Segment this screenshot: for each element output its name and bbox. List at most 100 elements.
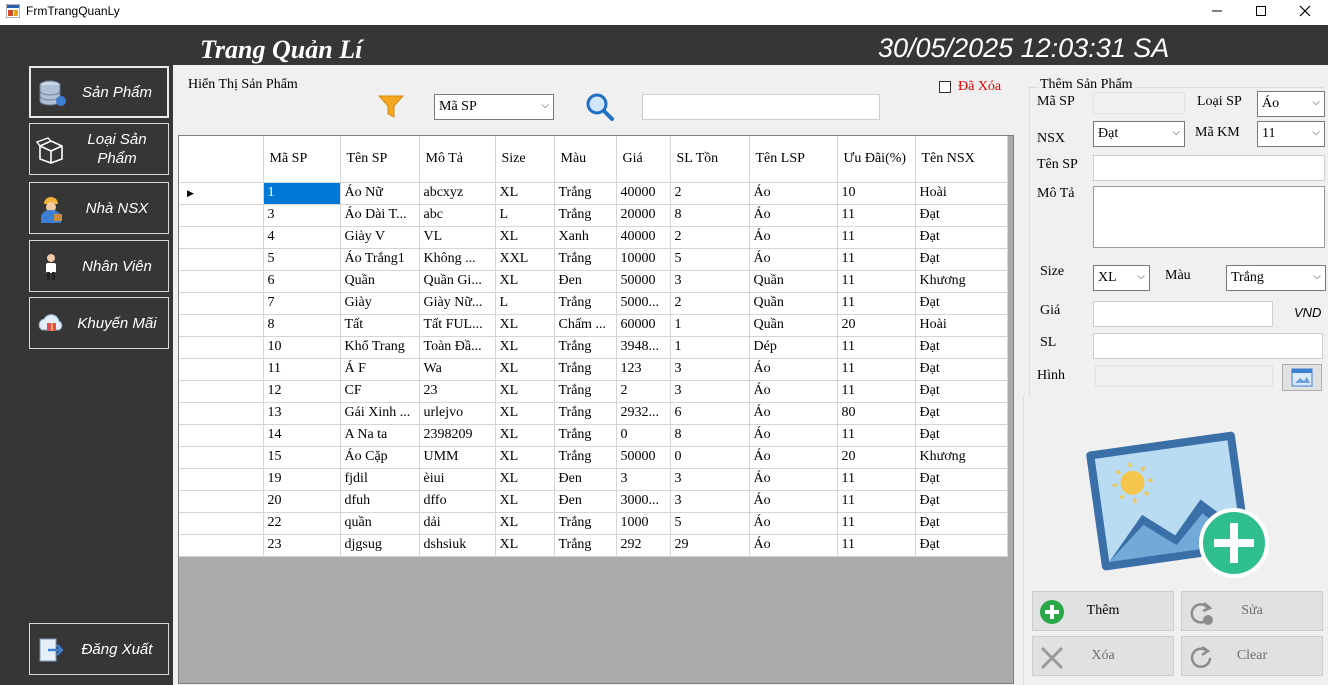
- column-header[interactable]: Ưu Đãi(%): [837, 136, 916, 183]
- sidebar-item-khuyen-mai[interactable]: Khuyến Mãi: [29, 297, 169, 349]
- table-row[interactable]: 20 dfuh dffo XL Đen 3000... 3 Áo 11 Đạt: [179, 490, 1008, 513]
- table-cell[interactable]: Áo Nữ: [340, 182, 420, 205]
- table-cell[interactable]: Hoài: [915, 314, 1008, 337]
- table-cell[interactable]: XL: [495, 468, 555, 491]
- table-cell[interactable]: Khổ Trang: [340, 336, 420, 359]
- table-cell[interactable]: 1: [263, 182, 341, 205]
- table-cell[interactable]: Áo: [749, 512, 838, 535]
- table-cell[interactable]: Trắng: [554, 358, 617, 381]
- table-cell[interactable]: 20000: [616, 204, 671, 227]
- table-cell[interactable]: Áo: [749, 402, 838, 425]
- table-cell[interactable]: 8: [263, 314, 341, 337]
- table-cell[interactable]: 29: [670, 534, 750, 557]
- table-cell[interactable]: 10: [263, 336, 341, 359]
- table-cell[interactable]: 11: [263, 358, 341, 381]
- table-cell[interactable]: 2398209: [419, 424, 496, 447]
- ten-sp-input[interactable]: [1093, 155, 1325, 181]
- row-header[interactable]: [179, 292, 264, 315]
- table-cell[interactable]: XL: [495, 424, 555, 447]
- table-cell[interactable]: 2: [670, 182, 750, 205]
- table-cell[interactable]: XL: [495, 490, 555, 513]
- sidebar-item-nhan-vien[interactable]: Nhân Viên: [29, 240, 169, 292]
- table-cell[interactable]: 1: [670, 314, 750, 337]
- search-icon[interactable]: [585, 92, 615, 122]
- loai-sp-select[interactable]: Áo ⌵: [1257, 91, 1325, 117]
- table-cell[interactable]: Trắng: [554, 402, 617, 425]
- row-header[interactable]: [179, 402, 264, 425]
- table-cell[interactable]: 3: [670, 380, 750, 403]
- row-header[interactable]: ▶: [179, 182, 264, 205]
- table-row[interactable]: 14 A Na ta 2398209 XL Trắng 0 8 Áo 11 Đạt: [179, 424, 1008, 447]
- deleted-checkbox[interactable]: [939, 81, 951, 93]
- table-cell[interactable]: abc: [419, 204, 496, 227]
- table-cell[interactable]: XL: [495, 336, 555, 359]
- row-header[interactable]: [179, 314, 264, 337]
- table-row[interactable]: 4 Giày V VL XL Xanh 40000 2 Áo 11 Đạt: [179, 226, 1008, 249]
- table-cell[interactable]: Hoài: [915, 182, 1008, 205]
- table-cell[interactable]: 2: [670, 292, 750, 315]
- table-cell[interactable]: 3000...: [616, 490, 671, 513]
- table-cell[interactable]: 10000: [616, 248, 671, 271]
- column-header[interactable]: Tên NSX: [915, 136, 1008, 183]
- mau-select[interactable]: Trắng ⌵: [1226, 265, 1326, 291]
- table-cell[interactable]: 11: [837, 534, 916, 557]
- sidebar-item-nha-nsx[interactable]: Nhà NSX: [29, 182, 169, 234]
- table-cell[interactable]: Đạt: [915, 292, 1008, 315]
- row-header[interactable]: [179, 490, 264, 513]
- table-cell[interactable]: Trắng: [554, 424, 617, 447]
- table-cell[interactable]: XL: [495, 402, 555, 425]
- sl-input[interactable]: [1093, 333, 1323, 359]
- table-row[interactable]: 3 Áo Dài T... abc L Trắng 20000 8 Áo 11 Đạt: [179, 204, 1008, 227]
- filter-field-select[interactable]: Mã SP ⌵: [434, 94, 554, 120]
- table-cell[interactable]: 19: [263, 468, 341, 491]
- table-cell[interactable]: Đạt: [915, 358, 1008, 381]
- table-cell[interactable]: Giày Nữ...: [419, 292, 496, 315]
- table-cell[interactable]: Trắng: [554, 512, 617, 535]
- column-header[interactable]: Giá: [616, 136, 671, 183]
- table-row[interactable]: 22 quần dải XL Trắng 1000 5 Áo 11 Đạt: [179, 512, 1008, 535]
- table-cell[interactable]: XL: [495, 534, 555, 557]
- table-cell[interactable]: 11: [837, 468, 916, 491]
- table-cell[interactable]: 6: [670, 402, 750, 425]
- table-cell[interactable]: Áo: [749, 534, 838, 557]
- table-cell[interactable]: Áo: [749, 424, 838, 447]
- table-cell[interactable]: 5000...: [616, 292, 671, 315]
- search-input[interactable]: [642, 94, 880, 120]
- table-cell[interactable]: VL: [419, 226, 496, 249]
- table-cell[interactable]: 40000: [616, 182, 671, 205]
- table-cell[interactable]: 7: [263, 292, 341, 315]
- table-cell[interactable]: XL: [495, 512, 555, 535]
- ma-km-select[interactable]: 11 ⌵: [1257, 121, 1325, 147]
- table-cell[interactable]: 50000: [616, 270, 671, 293]
- table-cell[interactable]: Áo: [749, 358, 838, 381]
- table-cell[interactable]: 50000: [616, 446, 671, 469]
- table-cell[interactable]: quần: [340, 512, 420, 535]
- table-cell[interactable]: 3: [670, 468, 750, 491]
- table-cell[interactable]: 3: [670, 270, 750, 293]
- table-row[interactable]: 6 Quần Quần Gi... XL Đen 50000 3 Quần 11 Khương: [179, 270, 1008, 293]
- table-cell[interactable]: dshsiuk: [419, 534, 496, 557]
- row-header[interactable]: [179, 446, 264, 469]
- table-cell[interactable]: Á F: [340, 358, 420, 381]
- table-cell[interactable]: 14: [263, 424, 341, 447]
- table-cell[interactable]: Trắng: [554, 204, 617, 227]
- table-row[interactable]: 23 djgsug dshsiuk XL Trắng 292 29 Áo 11 Đạt: [179, 534, 1008, 557]
- table-cell[interactable]: Đạt: [915, 490, 1008, 513]
- nsx-select[interactable]: Đạt ⌵: [1093, 121, 1185, 147]
- table-cell[interactable]: Quần: [749, 270, 838, 293]
- table-cell[interactable]: 2932...: [616, 402, 671, 425]
- table-cell[interactable]: Đạt: [915, 424, 1008, 447]
- table-cell[interactable]: dfuh: [340, 490, 420, 513]
- table-cell[interactable]: 11: [837, 424, 916, 447]
- close-button[interactable]: [1282, 0, 1328, 22]
- table-cell[interactable]: 11: [837, 336, 916, 359]
- table-cell[interactable]: Khương: [915, 446, 1008, 469]
- filter-icon[interactable]: [378, 95, 404, 119]
- table-cell[interactable]: Đạt: [915, 512, 1008, 535]
- table-cell[interactable]: dải: [419, 512, 496, 535]
- table-cell[interactable]: Trắng: [554, 336, 617, 359]
- row-header[interactable]: [179, 204, 264, 227]
- table-cell[interactable]: 1: [670, 336, 750, 359]
- sidebar-item-loai-san-pham[interactable]: Loại Sản Phẩm: [29, 123, 169, 175]
- table-cell[interactable]: XL: [495, 358, 555, 381]
